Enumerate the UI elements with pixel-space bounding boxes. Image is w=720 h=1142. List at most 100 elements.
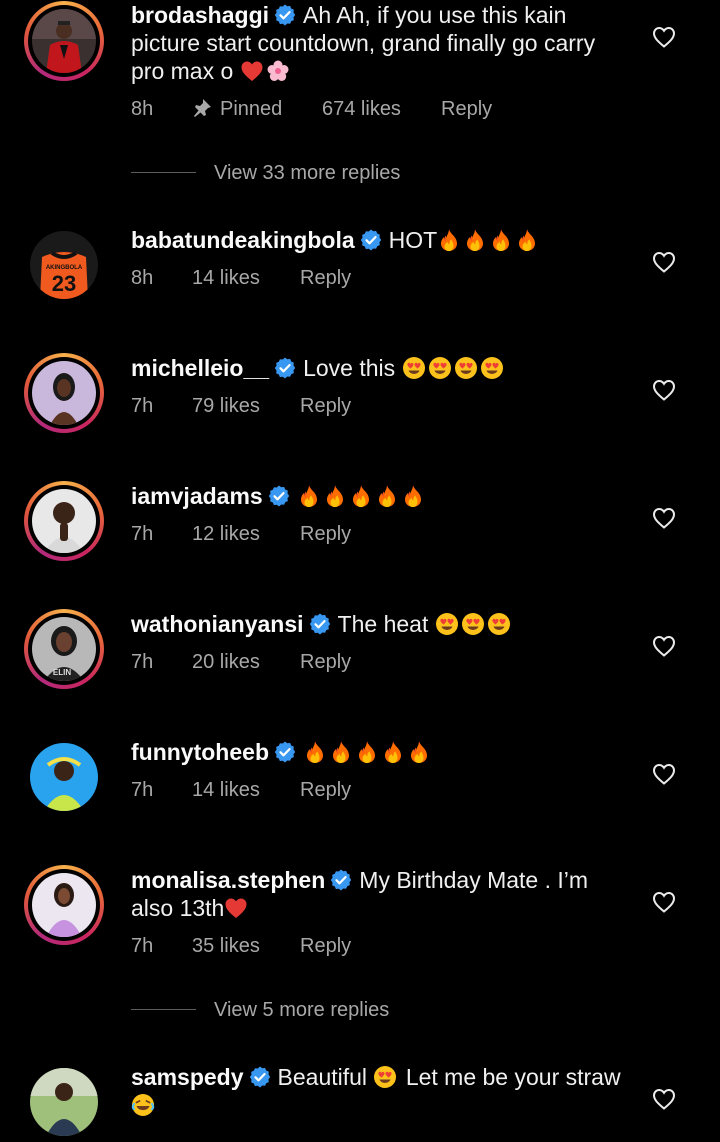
heart-eyes-emoji xyxy=(454,356,478,380)
username[interactable]: brodashaggi xyxy=(131,2,269,28)
username[interactable]: michelleio__ xyxy=(131,355,269,381)
comment-text-block: wathonianyansi The heat xyxy=(131,610,631,638)
fire-emoji xyxy=(303,740,327,764)
red-heart-emoji xyxy=(224,896,248,920)
avatar[interactable] xyxy=(24,865,104,945)
divider-line xyxy=(131,1009,196,1010)
like-heart-icon[interactable] xyxy=(652,763,676,785)
comment-text-block: babatundeakingbola HOT xyxy=(131,226,631,254)
like-count[interactable]: 79 likes xyxy=(192,392,260,420)
verified-badge-icon xyxy=(273,3,297,27)
heart-eyes-emoji xyxy=(435,612,459,636)
verified-badge-icon xyxy=(248,1065,272,1089)
verified-badge-icon xyxy=(273,740,297,764)
comment-text: Beautiful xyxy=(277,1064,368,1090)
avatar[interactable] xyxy=(24,1,104,81)
avatar[interactable]: AKINGBOLA 23 xyxy=(24,225,104,305)
like-heart-icon[interactable] xyxy=(652,251,676,273)
heart-eyes-emoji xyxy=(373,1065,397,1089)
reply-button[interactable]: Reply xyxy=(441,95,492,123)
pinned-label: Pinned xyxy=(220,98,283,120)
verified-badge-icon xyxy=(267,484,291,508)
like-heart-icon[interactable] xyxy=(652,26,676,48)
like-count[interactable]: 674 likes xyxy=(322,95,401,123)
like-count[interactable]: 14 likes xyxy=(192,776,260,804)
comment-text-block: brodashaggi Ah Ah, if you use this kain p… xyxy=(131,1,631,85)
heart-eyes-emoji xyxy=(461,612,485,636)
verified-badge-icon xyxy=(329,868,353,892)
fire-emoji xyxy=(329,740,353,764)
fire-emoji xyxy=(515,228,539,252)
comment-text-block: monalisa.stephen My Birthday Mate . I’m a… xyxy=(131,866,631,922)
timestamp: 7h xyxy=(131,779,154,801)
avatar[interactable] xyxy=(24,1062,104,1142)
like-heart-icon[interactable] xyxy=(652,891,676,913)
timestamp: 7h xyxy=(131,935,154,957)
timestamp: 7h xyxy=(131,523,154,545)
fire-emoji xyxy=(401,484,425,508)
fire-emoji xyxy=(437,228,461,252)
heart-eyes-emoji xyxy=(402,356,426,380)
like-heart-icon[interactable] xyxy=(652,1088,676,1110)
comment-text: The heat xyxy=(337,611,429,637)
reply-button[interactable]: Reply xyxy=(300,264,351,292)
tears-of-joy-emoji xyxy=(131,1093,155,1117)
avatar[interactable] xyxy=(24,481,104,561)
verified-badge-icon xyxy=(273,356,297,380)
fire-emoji xyxy=(407,740,431,764)
username[interactable]: wathonianyansi xyxy=(131,611,304,637)
timestamp: 7h xyxy=(131,395,154,417)
view-more-label[interactable]: View 33 more replies xyxy=(214,159,400,187)
verified-badge-icon xyxy=(359,228,383,252)
divider-line xyxy=(131,172,196,173)
username[interactable]: funnytoheeb xyxy=(131,739,269,765)
timestamp: 8h xyxy=(131,267,154,289)
avatar[interactable] xyxy=(24,737,104,817)
fire-emoji xyxy=(349,484,373,508)
username[interactable]: iamvjadams xyxy=(131,483,263,509)
verified-badge-icon xyxy=(308,612,332,636)
reply-button[interactable]: Reply xyxy=(300,520,351,548)
shirt-text: ELIN xyxy=(53,668,71,677)
like-count[interactable]: 35 likes xyxy=(192,932,260,960)
reply-button[interactable]: Reply xyxy=(300,648,351,676)
view-more-label[interactable]: View 5 more replies xyxy=(214,996,389,1024)
timestamp: 7h xyxy=(131,651,154,673)
comment-text: Love this xyxy=(303,355,396,381)
fire-emoji xyxy=(375,484,399,508)
comment-text: HOT xyxy=(388,227,438,253)
fire-emoji xyxy=(323,484,347,508)
fire-emoji xyxy=(297,484,321,508)
reply-button[interactable]: Reply xyxy=(300,392,351,420)
comment-text-continued: Let me be your straw xyxy=(405,1064,621,1090)
timestamp: 8h xyxy=(131,98,154,120)
like-count[interactable]: 14 likes xyxy=(192,264,260,292)
like-heart-icon[interactable] xyxy=(652,379,676,401)
red-heart-emoji xyxy=(240,59,264,83)
blossom-emoji xyxy=(266,59,290,83)
reply-button[interactable]: Reply xyxy=(300,776,351,804)
fire-emoji xyxy=(355,740,379,764)
like-count[interactable]: 20 likes xyxy=(192,648,260,676)
heart-eyes-emoji xyxy=(487,612,511,636)
username[interactable]: samspedy xyxy=(131,1064,244,1090)
avatar[interactable] xyxy=(24,353,104,433)
username[interactable]: monalisa.stephen xyxy=(131,867,325,893)
username[interactable]: babatundeakingbola xyxy=(131,227,355,253)
comment-text-block: samspedy Beautiful Let me be your straw xyxy=(131,1063,631,1119)
heart-eyes-emoji xyxy=(428,356,452,380)
fire-emoji xyxy=(489,228,513,252)
jersey-number: 23 xyxy=(52,271,76,296)
like-count[interactable]: 12 likes xyxy=(192,520,260,548)
avatar[interactable]: ELIN xyxy=(24,609,104,689)
fire-emoji xyxy=(463,228,487,252)
comment-text-block: michelleio__ Love this xyxy=(131,354,631,382)
pin-icon xyxy=(194,99,211,117)
reply-button[interactable]: Reply xyxy=(300,932,351,960)
heart-eyes-emoji xyxy=(480,356,504,380)
comment-text-block: iamvjadams xyxy=(131,482,631,510)
like-heart-icon[interactable] xyxy=(652,507,676,529)
like-heart-icon[interactable] xyxy=(652,635,676,657)
comment-text-block: funnytoheeb xyxy=(131,738,631,766)
fire-emoji xyxy=(381,740,405,764)
